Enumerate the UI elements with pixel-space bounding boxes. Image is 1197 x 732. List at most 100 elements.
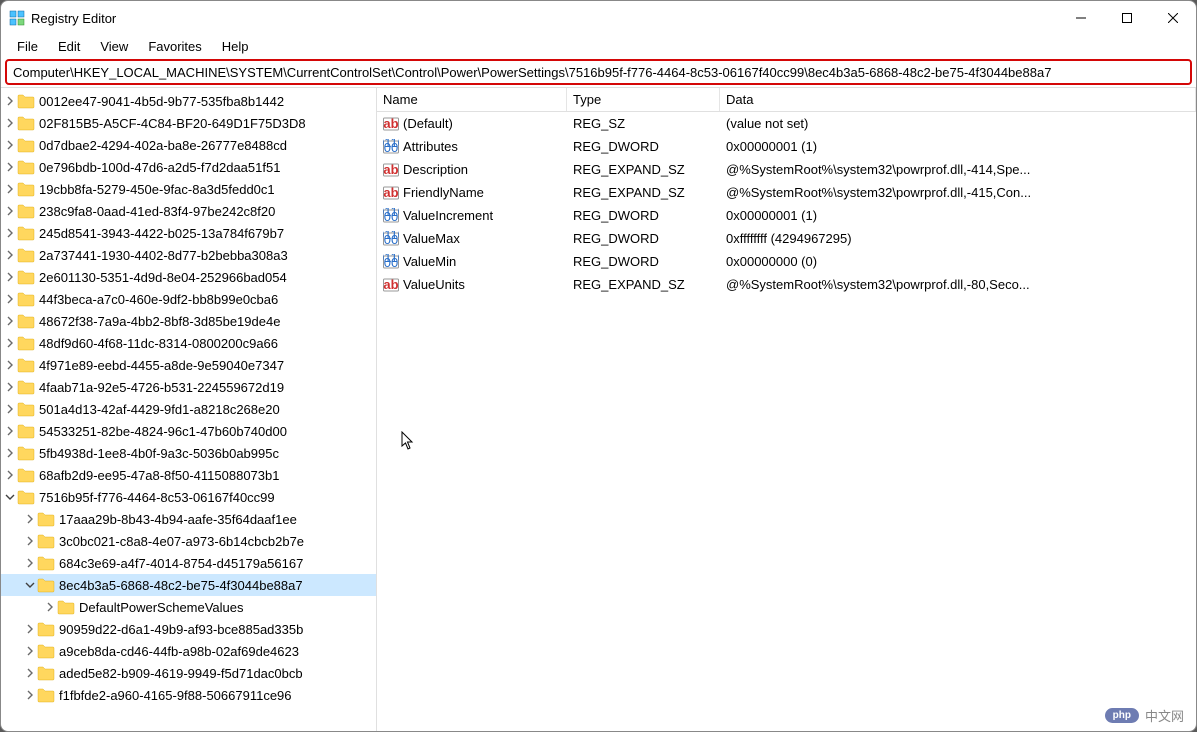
value-row[interactable]: ValueIncrementREG_DWORD0x00000001 (1) (377, 204, 1196, 227)
value-row[interactable]: ValueMaxREG_DWORD0xffffffff (4294967295) (377, 227, 1196, 250)
tree-label: 0e796bdb-100d-47d6-a2d5-f7d2daa51f51 (39, 160, 280, 175)
chevron-right-icon[interactable] (23, 514, 37, 524)
folder-icon (17, 202, 35, 220)
value-type: REG_SZ (567, 116, 720, 131)
tree-row[interactable]: 44f3beca-a7c0-460e-9df2-bb8b99e0cba6 (1, 288, 376, 310)
maximize-button[interactable] (1104, 2, 1150, 34)
chevron-down-icon[interactable] (3, 492, 17, 502)
tree-row[interactable]: 8ec4b3a5-6868-48c2-be75-4f3044be88a7 (1, 574, 376, 596)
chevron-right-icon[interactable] (3, 206, 17, 216)
tree-row[interactable]: 4faab71a-92e5-4726-b531-224559672d19 (1, 376, 376, 398)
chevron-right-icon[interactable] (3, 316, 17, 326)
tree-label: 90959d22-d6a1-49b9-af93-bce885ad335b (59, 622, 303, 637)
menu-edit[interactable]: Edit (48, 36, 90, 57)
value-name: ValueUnits (403, 277, 465, 292)
chevron-right-icon[interactable] (3, 96, 17, 106)
chevron-right-icon[interactable] (3, 184, 17, 194)
tree-row[interactable]: 7516b95f-f776-4464-8c53-06167f40cc99 (1, 486, 376, 508)
tree-row[interactable]: 4f971e89-eebd-4455-a8de-9e59040e7347 (1, 354, 376, 376)
tree-row[interactable]: 0d7dbae2-4294-402a-ba8e-26777e8488cd (1, 134, 376, 156)
chevron-right-icon[interactable] (3, 250, 17, 260)
tree-row[interactable]: 3c0bc021-c8a8-4e07-a973-6b14cbcb2b7e (1, 530, 376, 552)
chevron-right-icon[interactable] (23, 558, 37, 568)
col-name[interactable]: Name (377, 88, 567, 111)
tree-label: 0d7dbae2-4294-402a-ba8e-26777e8488cd (39, 138, 287, 153)
chevron-right-icon[interactable] (23, 668, 37, 678)
chevron-right-icon[interactable] (43, 602, 57, 612)
tree-row[interactable]: 19cbb8fa-5279-450e-9fac-8a3d5fedd0c1 (1, 178, 376, 200)
tree-pane[interactable]: 0012ee47-9041-4b5d-9b77-535fba8b144202F8… (1, 88, 377, 731)
chevron-right-icon[interactable] (23, 690, 37, 700)
chevron-right-icon[interactable] (3, 470, 17, 480)
tree-label: 245d8541-3943-4422-b025-13a784f679b7 (39, 226, 284, 241)
values-pane[interactable]: Name Type Data (Default)REG_SZ(value not… (377, 88, 1196, 731)
tree-row[interactable]: 2e601130-5351-4d9d-8e04-252966bad054 (1, 266, 376, 288)
tree-row[interactable]: 5fb4938d-1ee8-4b0f-9a3c-5036b0ab995c (1, 442, 376, 464)
chevron-right-icon[interactable] (3, 272, 17, 282)
tree-label: 3c0bc021-c8a8-4e07-a973-6b14cbcb2b7e (59, 534, 304, 549)
titlebar[interactable]: Registry Editor (1, 1, 1196, 35)
value-name: FriendlyName (403, 185, 484, 200)
tree-row[interactable]: 501a4d13-42af-4429-9fd1-a8218c268e20 (1, 398, 376, 420)
tree-label: 4faab71a-92e5-4726-b531-224559672d19 (39, 380, 284, 395)
value-type: REG_DWORD (567, 139, 720, 154)
address-text: Computer\HKEY_LOCAL_MACHINE\SYSTEM\Curre… (13, 65, 1051, 80)
address-bar[interactable]: Computer\HKEY_LOCAL_MACHINE\SYSTEM\Curre… (5, 59, 1192, 85)
tree-label: aded5e82-b909-4619-9949-f5d71dac0bcb (59, 666, 303, 681)
chevron-right-icon[interactable] (3, 140, 17, 150)
tree-row[interactable]: a9ceb8da-cd46-44fb-a98b-02af69de4623 (1, 640, 376, 662)
menu-file[interactable]: File (7, 36, 48, 57)
chevron-right-icon[interactable] (3, 404, 17, 414)
tree-row[interactable]: 238c9fa8-0aad-41ed-83f4-97be242c8f20 (1, 200, 376, 222)
reg-string-icon (383, 116, 399, 132)
chevron-right-icon[interactable] (23, 536, 37, 546)
minimize-button[interactable] (1058, 2, 1104, 34)
tree-label: 7516b95f-f776-4464-8c53-06167f40cc99 (39, 490, 275, 505)
chevron-right-icon[interactable] (3, 118, 17, 128)
chevron-right-icon[interactable] (3, 360, 17, 370)
tree-row[interactable]: 48df9d60-4f68-11dc-8314-0800200c9a66 (1, 332, 376, 354)
chevron-right-icon[interactable] (3, 382, 17, 392)
value-row[interactable]: DescriptionREG_EXPAND_SZ@%SystemRoot%\sy… (377, 158, 1196, 181)
folder-icon (37, 686, 55, 704)
chevron-right-icon[interactable] (3, 448, 17, 458)
value-row[interactable]: ValueUnitsREG_EXPAND_SZ@%SystemRoot%\sys… (377, 273, 1196, 296)
tree-row[interactable]: 02F815B5-A5CF-4C84-BF20-649D1F75D3D8 (1, 112, 376, 134)
tree-row[interactable]: 0012ee47-9041-4b5d-9b77-535fba8b1442 (1, 90, 376, 112)
chevron-right-icon[interactable] (23, 624, 37, 634)
chevron-right-icon[interactable] (3, 426, 17, 436)
tree-row[interactable]: 0e796bdb-100d-47d6-a2d5-f7d2daa51f51 (1, 156, 376, 178)
folder-icon (17, 312, 35, 330)
tree-row[interactable]: f1fbfde2-a960-4165-9f88-50667911ce96 (1, 684, 376, 706)
tree-row[interactable]: 245d8541-3943-4422-b025-13a784f679b7 (1, 222, 376, 244)
menu-favorites[interactable]: Favorites (138, 36, 211, 57)
watermark-text: 中文网 (1145, 706, 1184, 725)
tree-row[interactable]: 2a737441-1930-4402-8d77-b2bebba308a3 (1, 244, 376, 266)
tree-row[interactable]: aded5e82-b909-4619-9949-f5d71dac0bcb (1, 662, 376, 684)
tree-row[interactable]: 68afb2d9-ee95-47a8-8f50-4115088073b1 (1, 464, 376, 486)
tree-row[interactable]: 54533251-82be-4824-96c1-47b60b740d00 (1, 420, 376, 442)
tree-row[interactable]: 684c3e69-a4f7-4014-8754-d45179a56167 (1, 552, 376, 574)
tree-row[interactable]: 17aaa29b-8b43-4b94-aafe-35f64daaf1ee (1, 508, 376, 530)
value-data: @%SystemRoot%\system32\powrprof.dll,-414… (720, 162, 1196, 177)
chevron-right-icon[interactable] (3, 294, 17, 304)
value-row[interactable]: ValueMinREG_DWORD0x00000000 (0) (377, 250, 1196, 273)
tree-row[interactable]: DefaultPowerSchemeValues (1, 596, 376, 618)
chevron-down-icon[interactable] (23, 580, 37, 590)
folder-icon (17, 400, 35, 418)
menu-view[interactable]: View (90, 36, 138, 57)
value-row[interactable]: AttributesREG_DWORD0x00000001 (1) (377, 135, 1196, 158)
value-row[interactable]: (Default)REG_SZ(value not set) (377, 112, 1196, 135)
chevron-right-icon[interactable] (3, 162, 17, 172)
chevron-right-icon[interactable] (23, 646, 37, 656)
tree-row[interactable]: 90959d22-d6a1-49b9-af93-bce885ad335b (1, 618, 376, 640)
col-data[interactable]: Data (720, 88, 1196, 111)
folder-icon (37, 664, 55, 682)
menu-help[interactable]: Help (212, 36, 259, 57)
close-button[interactable] (1150, 2, 1196, 34)
chevron-right-icon[interactable] (3, 338, 17, 348)
value-row[interactable]: FriendlyNameREG_EXPAND_SZ@%SystemRoot%\s… (377, 181, 1196, 204)
tree-row[interactable]: 48672f38-7a9a-4bb2-8bf8-3d85be19de4e (1, 310, 376, 332)
col-type[interactable]: Type (567, 88, 720, 111)
chevron-right-icon[interactable] (3, 228, 17, 238)
